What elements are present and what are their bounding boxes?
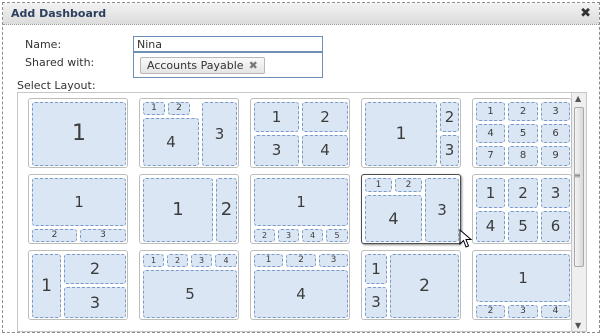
layout-panel-5: 5 bbox=[326, 229, 348, 242]
layout-panel-1: 1 bbox=[365, 254, 387, 284]
layout-panel-1: 1 bbox=[143, 178, 213, 242]
layout-panel-3: 3 bbox=[508, 305, 538, 318]
layout-panel-2: 2 bbox=[254, 229, 275, 242]
layout-panel-1: 1 bbox=[476, 178, 505, 208]
layout-panel-2: 2 bbox=[302, 102, 348, 132]
layout-panel-2: 2 bbox=[508, 178, 538, 208]
layout-panel-2: 2 bbox=[508, 102, 538, 121]
layout-panel-7: 7 bbox=[476, 146, 505, 166]
shared-token-label: Accounts Payable bbox=[147, 59, 244, 72]
layout-option-layout-1-to-6[interactable]: 123 456 bbox=[472, 174, 572, 244]
layout-panel-3: 3 bbox=[254, 135, 299, 166]
layout-panel-2: 2 bbox=[64, 254, 126, 284]
layout-panel-1: 1 bbox=[32, 102, 126, 166]
shared-token: Accounts Payable ✖ bbox=[140, 57, 265, 74]
layout-panel-4: 4 bbox=[254, 270, 348, 318]
layout-panel-2: 2 bbox=[390, 254, 459, 318]
layout-panel-2: 2 bbox=[476, 305, 505, 318]
layout-panel-1: 1 bbox=[476, 254, 570, 302]
layout-panel-3: 3 bbox=[278, 229, 299, 242]
layout-option-layout-1-2-3-4[interactable]: 1234 bbox=[250, 98, 350, 168]
layout-option-layout-1-2-3[interactable]: 123 bbox=[361, 98, 461, 168]
layout-panel-3: 3 bbox=[541, 178, 570, 208]
layout-panel-6: 6 bbox=[541, 211, 570, 242]
layout-option-layout-1-to-9[interactable]: 123 456 789 bbox=[472, 98, 572, 168]
layout-option-layout-1-2-3-bottom[interactable]: 1 23 bbox=[28, 174, 128, 244]
close-icon[interactable]: ✖ bbox=[580, 6, 591, 21]
layout-option-layout-1-2[interactable]: 12 bbox=[139, 174, 239, 244]
layout-panel-5: 5 bbox=[508, 124, 538, 143]
layout-option-layout-1-2-3-4-5-top[interactable]: 1234 5 bbox=[139, 250, 239, 320]
dialog-titlebar[interactable]: Add Dashboard ✖ bbox=[3, 3, 599, 25]
layout-panel-1: 1 bbox=[254, 178, 348, 226]
select-layout-label: Select Layout: bbox=[17, 79, 96, 92]
layout-option-layout-1-2-3-4-top[interactable]: 123 4 bbox=[250, 250, 350, 320]
layout-panel-4: 4 bbox=[365, 195, 422, 242]
layout-panel-2: 2 bbox=[286, 254, 316, 267]
layout-panel-1: 1 bbox=[254, 254, 283, 267]
layout-panel-1: 1 bbox=[32, 178, 126, 226]
layout-panel-1: 1 bbox=[143, 102, 165, 115]
shared-with-label: Shared with: bbox=[25, 56, 95, 69]
layout-panel-5: 5 bbox=[143, 270, 237, 318]
layout-option-layout-1-2-4-3[interactable]: 12 43 bbox=[139, 98, 239, 168]
layout-panel-1: 1 bbox=[365, 178, 392, 192]
layout-panel-4: 4 bbox=[143, 118, 199, 166]
layout-panel-3: 3 bbox=[202, 102, 237, 166]
layout-panel-3: 3 bbox=[440, 135, 459, 166]
layout-panel-2: 2 bbox=[32, 229, 77, 242]
layout-option-layout-1-2-3-4-5[interactable]: 1 2345 bbox=[250, 174, 350, 244]
layout-panel-4: 4 bbox=[302, 229, 323, 242]
layout-panel-1: 1 bbox=[365, 102, 437, 166]
shared-with-field[interactable]: Accounts Payable ✖ bbox=[133, 52, 323, 78]
scroll-grip-icon: ≡ bbox=[574, 171, 581, 180]
layout-panel-3: 3 bbox=[80, 229, 126, 242]
layout-panel-3: 3 bbox=[425, 178, 459, 242]
layout-panel-3: 3 bbox=[319, 254, 348, 267]
layout-panel-6: 6 bbox=[541, 124, 570, 143]
layout-panel-1: 1 bbox=[32, 254, 61, 318]
layout-panel-4: 4 bbox=[476, 211, 505, 242]
layout-option-layout-1-2-4-3-b[interactable]: 12 43 bbox=[361, 174, 461, 244]
layout-panel-2: 2 bbox=[168, 102, 190, 115]
layout-panel-4: 4 bbox=[302, 135, 348, 166]
layout-panel-3: 3 bbox=[541, 102, 570, 121]
layout-panel-4: 4 bbox=[541, 305, 570, 318]
scroll-up-icon[interactable]: ▲ bbox=[575, 94, 581, 103]
layout-panel-4: 4 bbox=[215, 254, 237, 267]
scroll-down-icon[interactable]: ▼ bbox=[575, 321, 581, 330]
layout-panel-3: 3 bbox=[64, 287, 126, 318]
layout-panel-3: 3 bbox=[365, 287, 387, 318]
scrollbar[interactable]: ▲ ≡ ▼ bbox=[571, 93, 586, 331]
name-label: Name: bbox=[25, 38, 62, 51]
layout-panel-2: 2 bbox=[216, 178, 237, 242]
layout-option-layout-1-3-2[interactable]: 132 bbox=[361, 250, 461, 320]
add-dashboard-dialog: Add Dashboard ✖ Name: Nina Shared with: … bbox=[2, 2, 600, 333]
remove-token-icon[interactable]: ✖ bbox=[249, 59, 258, 72]
layout-panel-1: 1 bbox=[476, 102, 505, 121]
mouse-cursor-icon bbox=[459, 229, 473, 248]
layout-panel-2: 2 bbox=[395, 178, 422, 192]
layout-option-layout-1-2-3-left[interactable]: 123 bbox=[28, 250, 128, 320]
layout-panel-1: 1 bbox=[254, 102, 299, 132]
layout-panel-2: 2 bbox=[440, 102, 459, 132]
layout-panel-5: 5 bbox=[508, 211, 538, 242]
layout-panel-2: 2 bbox=[167, 254, 188, 267]
name-input[interactable]: Nina bbox=[133, 36, 323, 52]
layout-panel-3: 3 bbox=[191, 254, 212, 267]
layout-panel-8: 8 bbox=[508, 146, 538, 166]
layout-option-layout-1-2-3-4-bottom[interactable]: 1 234 bbox=[472, 250, 572, 320]
layout-option-layout-1[interactable]: 1 bbox=[28, 98, 128, 168]
dialog-title: Add Dashboard bbox=[11, 7, 107, 20]
layout-grid: ▲ ≡ ▼ 1124312341231234567891231212345124… bbox=[17, 92, 587, 332]
layout-panel-4: 4 bbox=[476, 124, 505, 143]
layout-panel-1: 1 bbox=[143, 254, 164, 267]
layout-panel-9: 9 bbox=[541, 146, 570, 166]
scrollbar-thumb[interactable] bbox=[574, 107, 584, 267]
